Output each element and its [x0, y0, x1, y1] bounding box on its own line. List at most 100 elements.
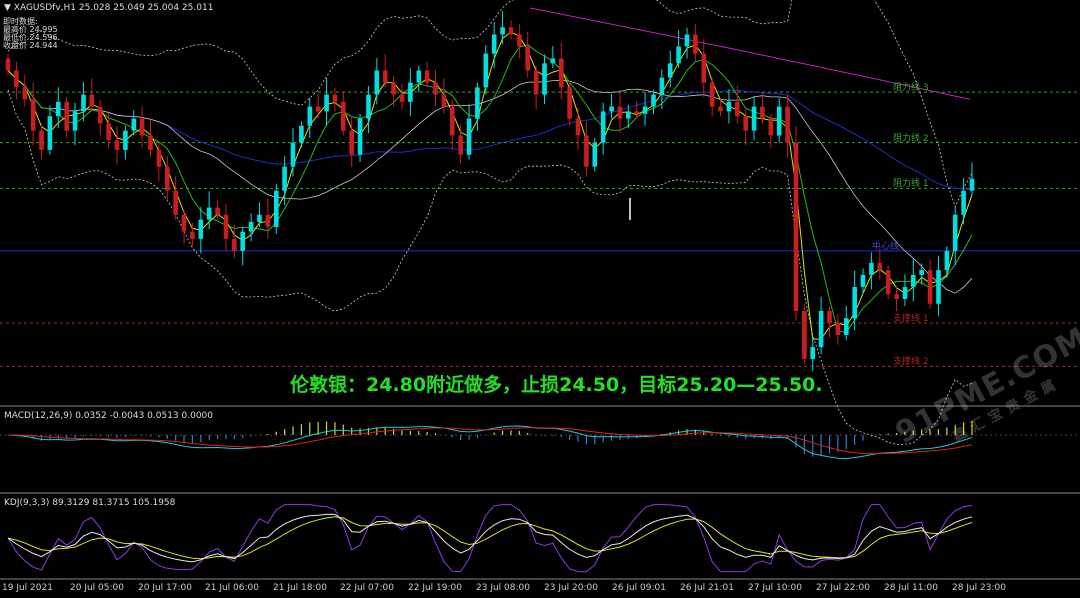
candle-body [827, 311, 832, 323]
time-tick-label: 21 Jul 06:00 [205, 583, 259, 593]
candle-body [424, 70, 430, 83]
candlesticks [5, 10, 975, 372]
candle-body [307, 106, 313, 126]
time-tick-label: 23 Jul 20:00 [544, 583, 598, 593]
symbol-header: ▼ XAGUSDfv,H1 25.028 25.049 25.004 25.01… [4, 3, 213, 13]
candle-body [450, 106, 455, 136]
candle-body [148, 135, 153, 150]
candle-body [483, 53, 489, 88]
candle-body [106, 123, 111, 141]
candle-body [533, 70, 539, 95]
ma-slow-line [7, 70, 973, 191]
candle-body [206, 207, 212, 220]
collapse-triangle-icon[interactable]: ▼ [4, 3, 11, 13]
time-tick-label: 28 Jul 11:00 [884, 583, 938, 593]
candle-body [64, 101, 69, 131]
candle-body [81, 94, 86, 112]
candle-body [567, 87, 572, 119]
candle-body [332, 94, 338, 102]
candle-body [877, 262, 883, 271]
candle-body [525, 46, 530, 71]
candle-body [911, 274, 916, 287]
candle-body [969, 178, 975, 191]
candle-body [584, 135, 589, 167]
candle-body [667, 63, 673, 78]
candle-body [223, 214, 229, 239]
level-label: 支撑线 1 [893, 314, 929, 325]
candle-body [181, 214, 187, 232]
time-tick-label: 20 Jul 17:00 [138, 583, 192, 593]
symbol-ohlc: XAGUSDfv,H1 25.028 25.049 25.004 25.011 [13, 3, 214, 13]
candle-body [215, 207, 220, 215]
candle-body [651, 94, 656, 107]
candle-body [919, 270, 924, 275]
kdj-pane [7, 504, 973, 573]
time-tick-label: 20 Jul 05:00 [70, 583, 124, 593]
candle-body [542, 63, 547, 95]
candle-body [114, 140, 120, 150]
candle-body [760, 106, 765, 119]
time-tick-label: 27 Jul 22:00 [816, 583, 870, 593]
candle-body [944, 250, 950, 271]
time-tick-label: 27 Jul 10:00 [748, 583, 802, 593]
candle-body [500, 27, 505, 35]
candle-body [609, 106, 614, 112]
candle-body [961, 190, 966, 215]
candle-body [408, 82, 413, 102]
candle-body [785, 106, 790, 143]
candle-body [491, 34, 497, 54]
candle-body [508, 27, 514, 35]
candle-body [617, 106, 623, 119]
candle-body [232, 238, 237, 251]
time-tick-label: 22 Jul 19:00 [408, 583, 462, 593]
candle-body [642, 106, 648, 114]
candle-body [718, 106, 723, 112]
candle-body [751, 106, 757, 131]
time-tick-label: 21 Jul 18:00 [273, 583, 327, 593]
candle-body [97, 106, 103, 124]
time-tick-label: 26 Jul 21:01 [680, 583, 734, 593]
candle-body [349, 130, 354, 155]
candle-body [885, 270, 891, 295]
macd-dif-line [7, 425, 973, 460]
candle-body [299, 125, 304, 143]
candle-body [810, 347, 815, 360]
candle-body [726, 101, 732, 112]
kdj-d-line [7, 516, 973, 560]
candle-body [72, 111, 78, 131]
candle-body [735, 101, 740, 117]
candle-body [190, 231, 195, 239]
candle-body [315, 106, 321, 112]
candle-body [391, 82, 396, 95]
candle-body [475, 87, 480, 119]
candle-body [257, 214, 262, 222]
level-label: 阻力线 1 [893, 179, 929, 190]
candle-body [416, 70, 422, 83]
macd-pane [7, 420, 973, 460]
kdj-j-line [7, 504, 973, 573]
level-label: 阻力线 3 [893, 83, 929, 94]
candle-body [894, 294, 899, 299]
candle-body [517, 34, 522, 47]
candle-body [324, 94, 329, 112]
info-box: 即时数据: 最高价 24.995 最低价 24.596 收盘价 24.944 [3, 18, 58, 50]
candle-body [123, 130, 128, 150]
candle-body [927, 270, 933, 304]
level-label: 支撑线 2 [893, 357, 929, 368]
trade-annotation: 伦敦银：24.80附近做多，止损24.50，目标25.20—25.50. [290, 374, 823, 396]
level-label: 中心线 [872, 241, 900, 252]
candle-body [559, 58, 564, 88]
candle-body [701, 53, 707, 83]
candle-body [39, 130, 44, 150]
time-tick-label: 23 Jul 08:00 [476, 583, 530, 593]
time-tick-label: 28 Jul 23:00 [952, 583, 1006, 593]
candle-body [131, 118, 137, 131]
candle-body [592, 142, 598, 167]
candle-body [165, 166, 170, 191]
candle-body [550, 58, 556, 64]
level-label: 阻力线 2 [893, 133, 929, 144]
candle-body [274, 190, 279, 227]
ma-fast-line [7, 31, 973, 340]
candle-body [265, 214, 271, 227]
candle-body [366, 94, 371, 119]
